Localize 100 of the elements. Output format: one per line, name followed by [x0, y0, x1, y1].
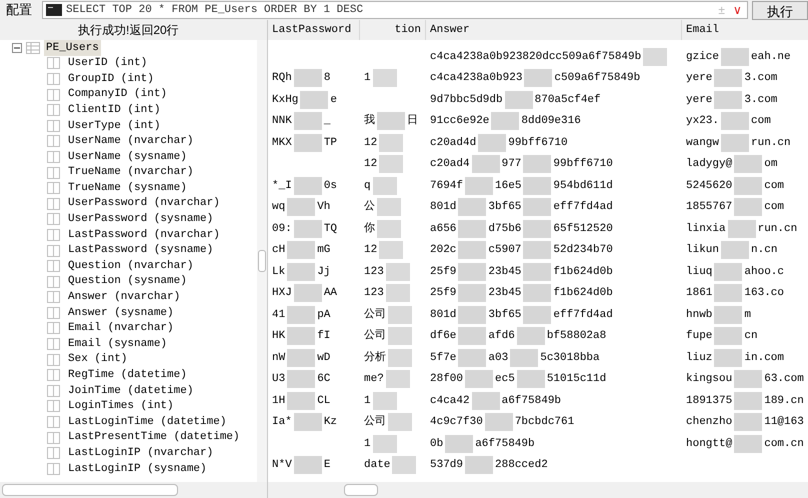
table-cell-text: c509a6f75849b [554, 71, 640, 86]
table-cell-text: 870a5cf4ef [534, 92, 601, 108]
redaction-mosaic [721, 48, 750, 66]
redaction-mosaic [372, 392, 397, 410]
redaction-mosaic [465, 456, 494, 474]
tree-item[interactable]: Answer (nvarchar) [68, 289, 180, 306]
table-cell-text: ahoo.c [744, 264, 784, 280]
tree-item[interactable]: Question (sysname) [68, 273, 187, 290]
table-cell-text: nW [272, 350, 286, 366]
table-cell-text: 1861 [686, 286, 712, 301]
tree-item[interactable]: LastLoginTime (datetime) [68, 414, 226, 430]
table-cell-text: 5c3018bba [540, 350, 600, 366]
table-cell-text: c20ad4d [430, 136, 476, 150]
tree-item[interactable]: LastPassword (nvarchar) [68, 226, 220, 244]
table-cell-text: run.cn [758, 222, 798, 236]
table-cell-text: m [744, 308, 752, 322]
tree-item[interactable]: Email (sysname) [68, 336, 168, 352]
redaction-mosaic [458, 262, 486, 281]
table-cell-text: MKX [272, 136, 292, 150]
table-cell-text: 1 [364, 436, 371, 452]
tree-item[interactable]: Answer (sysname) [68, 304, 174, 322]
redaction-mosaic [721, 134, 750, 152]
table-cell-text: 288cced2 [495, 458, 548, 473]
table-cell-text: a656 [430, 222, 456, 236]
tree-item[interactable]: TrueName (sysname) [68, 180, 187, 196]
tree-item[interactable]: Email (nvarchar) [68, 320, 174, 337]
table-cell-text: e [330, 92, 338, 108]
sql-text: SELECT TOP 20 * FROM PE_Users ORDER BY 1 DESC [66, 2, 364, 18]
redaction-mosaic [523, 176, 552, 195]
table-cell-text: c5907 [488, 243, 522, 258]
redaction-mosaic [300, 90, 328, 109]
table-cell-text: cH [272, 243, 286, 258]
table-cell-text: eah.ne [751, 50, 791, 64]
redaction-mosaic [728, 220, 756, 238]
vertical-scrollbar[interactable] [257, 40, 267, 482]
tree-item[interactable]: UserID (int) [68, 55, 148, 72]
tree-item[interactable]: PE_Users [44, 40, 101, 56]
tree-item[interactable]: Question (nvarchar) [68, 258, 194, 274]
table-cell-text: 12 [364, 157, 378, 172]
dropdown-button[interactable]: ∨ [731, 1, 744, 19]
table-cell-text: q [364, 178, 371, 194]
tree-item[interactable]: LastPassword (sysname) [68, 242, 214, 259]
config-label[interactable]: 配置 [0, 0, 38, 20]
tree-item[interactable]: TrueName (nvarchar) [68, 164, 194, 181]
redaction-mosaic [472, 155, 500, 174]
table-cell-text: kingsou [686, 372, 732, 387]
table-cell-text: fI [317, 329, 330, 344]
table-cell-text: 65f512520 [553, 222, 613, 236]
table-cell-text: 5245620 [686, 178, 732, 194]
tree-item[interactable]: LastLoginIP (sysname) [68, 460, 207, 478]
sql-input-field[interactable]: SELECT TOP 20 * FROM PE_Users ORDER BY 1 DESC ± ∨ [42, 1, 748, 19]
table-cell-text: eff7fd4ad [553, 200, 613, 215]
table-cell-text: 9d7bbc5d9db [430, 92, 503, 108]
tree-item[interactable]: JoinTime (datetime) [68, 382, 194, 400]
column-icon [47, 400, 60, 412]
redaction-mosaic [392, 456, 416, 474]
redaction-mosaic [734, 198, 762, 216]
table-cell-text: 16e5 [495, 178, 522, 194]
tree-item[interactable]: CompanyID (int) [68, 86, 168, 103]
table-cell-text: TQ [324, 222, 338, 236]
redaction-mosaic [287, 241, 316, 260]
tree-item[interactable]: Sex (int) [68, 351, 128, 368]
table-cell-text: afd6 [488, 329, 515, 344]
tree-item[interactable]: GroupID (int) [68, 70, 154, 88]
tree-item[interactable]: UserPassword (nvarchar) [68, 195, 220, 212]
column-icon [47, 416, 60, 428]
table-cell-text: ec5 [495, 372, 515, 387]
redaction-mosaic [287, 327, 316, 346]
table-cell-text: com [751, 114, 771, 129]
table-cell-text: 1855767 [686, 200, 732, 215]
redaction-mosaic [287, 198, 316, 216]
collapse-toggle[interactable] [12, 42, 22, 53]
table-cell-text: hnwb [686, 308, 712, 322]
tree-item[interactable]: LoginTimes (int) [68, 398, 174, 415]
tree-item[interactable]: LastPresentTime (datetime) [68, 429, 240, 446]
redaction-mosaic [388, 413, 412, 432]
table-cell-text: wangw [686, 136, 720, 150]
redaction-mosaic [524, 69, 552, 88]
tree-item[interactable]: UserPassword (sysname) [68, 211, 214, 228]
table-cell-text: E [324, 458, 330, 473]
table-cell-text: 91cc6e92e [430, 114, 490, 129]
tree-item[interactable]: UserName (sysname) [68, 148, 187, 166]
redaction-mosaic [386, 370, 410, 388]
tree-item[interactable]: UserType (int) [68, 118, 160, 134]
execute-button[interactable]: 执行 [752, 0, 808, 20]
table-cell-text: com.cn [764, 436, 804, 452]
table-cell-text: TP [324, 136, 338, 150]
table-cell-text: wD [317, 350, 330, 366]
column-icon [47, 354, 60, 366]
redaction-mosaic [372, 434, 397, 453]
redaction-mosaic [377, 198, 401, 216]
redaction-mosaic [472, 392, 500, 410]
tree-item[interactable]: UserName (nvarchar) [68, 133, 194, 150]
tree-item[interactable]: ClientID (int) [68, 102, 160, 118]
table-cell-text: run.cn [751, 136, 791, 150]
redaction-mosaic [714, 69, 742, 88]
tree-item[interactable]: RegTime (datetime) [68, 367, 187, 384]
tree-item[interactable]: LastLoginIP (nvarchar) [68, 444, 214, 462]
table-cell-text: Ia* [272, 415, 292, 430]
redaction-mosaic [287, 348, 316, 367]
